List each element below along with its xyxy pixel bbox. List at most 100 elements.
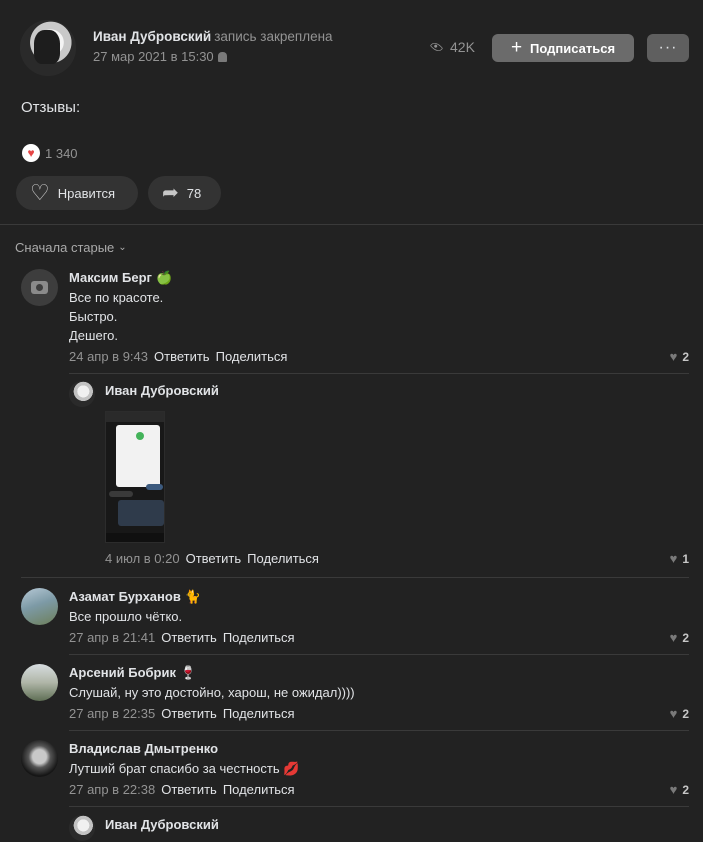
comment-line: Все по красоте. <box>69 290 164 305</box>
heart-icon: ♥ <box>669 551 678 566</box>
comment-text-body: Лутший брат спасибо за честность <box>69 761 280 776</box>
avatar[interactable] <box>21 740 58 777</box>
heart-icon: ♥ <box>669 630 678 645</box>
comment-meta: 4 июл в 0:20 Ответить Поделиться <box>105 551 319 566</box>
post-header: Иван Дубровский запись закреплена 27 мар … <box>20 20 690 76</box>
subscribe-button[interactable]: + Подписаться <box>492 34 634 62</box>
share-count: 78 <box>186 185 202 201</box>
comment-like-button[interactable]: ♥ 2 <box>670 630 689 645</box>
comment-author-name[interactable]: Иван Дубровский <box>105 383 219 398</box>
comment-author-name[interactable]: Владислав Дмытренко <box>69 741 218 756</box>
post-text: Отзывы: <box>21 99 81 116</box>
comment-reply: Иван Дубровский <box>69 815 689 842</box>
reply-link[interactable]: Ответить <box>161 630 217 645</box>
author-avatar[interactable] <box>20 20 76 76</box>
comment: Владислав Дмытренко Лутший брат спасибо … <box>21 740 689 800</box>
chevron-down-icon: ⌄ <box>118 242 127 253</box>
plus-icon: + <box>510 36 523 58</box>
reply-link[interactable]: Ответить <box>154 349 210 364</box>
attached-screenshot-image[interactable] <box>105 411 165 543</box>
more-dots-icon: ··· <box>658 39 678 56</box>
comment-separator <box>69 730 689 731</box>
reply-link[interactable]: Ответить <box>161 782 217 797</box>
like-label: Нравится <box>57 185 116 201</box>
like-button[interactable]: ♡ Нравится <box>16 176 138 210</box>
comment-like-count: 2 <box>682 349 689 364</box>
heart-icon: ♥ <box>669 349 678 364</box>
subscribe-label: Подписаться <box>530 40 616 56</box>
comment-author[interactable]: Азамат Бурханов 🐈 <box>69 589 201 605</box>
lips-emoji: 💋 <box>283 761 300 776</box>
comment-date[interactable]: 27 апр в 21:41 <box>69 630 155 645</box>
android-icon <box>217 52 227 62</box>
comment-separator <box>69 373 689 374</box>
comment-like-button[interactable]: ♥ 1 <box>670 551 689 566</box>
comment: Максим Берг 🍏 Все по красоте. Быстро. Деш… <box>21 269 689 369</box>
post-date[interactable]: 27 мар 2021 в 15:30 <box>93 49 227 64</box>
comment-text: Слушай, ну это достойно, харош, не ожида… <box>69 685 355 700</box>
divider <box>0 224 703 225</box>
post-author: Иван Дубровский запись закреплена <box>93 29 333 44</box>
views-counter: 42K <box>429 39 475 55</box>
comment-author[interactable]: Арсений Бобрик 🍷 <box>69 665 196 681</box>
comment-meta: 24 апр в 9:43 Ответить Поделиться <box>69 349 287 364</box>
comment-text: Все по красоте. Быстро. Дешего. <box>69 288 163 345</box>
reply-link[interactable]: Ответить <box>161 706 217 721</box>
share-link[interactable]: Поделиться <box>223 630 295 645</box>
comment-like-count: 1 <box>682 551 689 566</box>
post-date-text[interactable]: 27 мар 2021 в 15:30 <box>93 49 214 64</box>
avatar[interactable] <box>21 588 58 625</box>
share-arrow-icon: ➦ <box>162 182 179 204</box>
reactions-summary[interactable]: ♥ 1 340 <box>22 144 78 162</box>
heart-icon: ♥ <box>669 706 678 721</box>
comment-author-name[interactable]: Арсений Бобрик <box>69 665 176 680</box>
comments-sort-dropdown[interactable]: Сначала старые ⌄ <box>15 240 127 255</box>
comment-like-button[interactable]: ♥ 2 <box>670 782 689 797</box>
cat-emoji: 🐈 <box>184 589 201 604</box>
heart-outline-icon: ♡ <box>30 180 50 205</box>
comment-date[interactable]: 24 апр в 9:43 <box>69 349 148 364</box>
avatar[interactable] <box>21 269 58 306</box>
comment: Арсений Бобрик 🍷 Слушай, ну это достойно,… <box>21 664 689 724</box>
comment-separator <box>69 654 689 655</box>
comments-sort-label: Сначала старые <box>15 240 115 255</box>
share-link[interactable]: Поделиться <box>247 551 319 566</box>
reactions-count: 1 340 <box>45 145 78 161</box>
share-link[interactable]: Поделиться <box>216 349 288 364</box>
reply-link[interactable]: Ответить <box>186 551 242 566</box>
comment-line: Быстро. <box>69 309 118 324</box>
comment-text: Лутший брат спасибо за честность 💋 <box>69 759 299 778</box>
comment: Азамат Бурханов 🐈 Все прошло чётко. 27 ап… <box>21 588 689 648</box>
wine-emoji: 🍷 <box>180 665 197 680</box>
views-count: 42K <box>450 39 475 55</box>
comment-like-count: 2 <box>682 706 689 721</box>
comment-like-button[interactable]: ♥ 2 <box>670 706 689 721</box>
comment-like-count: 2 <box>682 630 689 645</box>
avatar[interactable] <box>69 381 95 407</box>
comment-date[interactable]: 4 июл в 0:20 <box>105 551 180 566</box>
more-button[interactable]: ··· <box>647 34 689 62</box>
comment-date[interactable]: 27 апр в 22:35 <box>69 706 155 721</box>
pinned-label: запись закреплена <box>214 29 333 44</box>
comment-like-button[interactable]: ♥ 2 <box>670 349 689 364</box>
comment-date[interactable]: 27 апр в 22:38 <box>69 782 155 797</box>
share-button[interactable]: ➦ 78 <box>148 176 221 210</box>
comment-author[interactable]: Максим Берг 🍏 <box>69 270 172 286</box>
share-link[interactable]: Поделиться <box>223 782 295 797</box>
comment-text: Все прошло чётко. <box>69 609 183 624</box>
comment-separator <box>21 577 689 578</box>
comment-author-name[interactable]: Максим Берг <box>69 270 152 285</box>
comment-meta: 27 апр в 22:35 Ответить Поделиться <box>69 706 295 721</box>
comment-meta: 27 апр в 21:41 Ответить Поделиться <box>69 630 295 645</box>
comment-author-name[interactable]: Иван Дубровский <box>105 817 219 832</box>
avatar[interactable] <box>21 664 58 701</box>
share-link[interactable]: Поделиться <box>223 706 295 721</box>
eye-icon <box>429 40 444 54</box>
comment-author-name[interactable]: Азамат Бурханов <box>69 589 181 604</box>
author-name[interactable]: Иван Дубровский <box>93 29 211 44</box>
comment-meta: 27 апр в 22:38 Ответить Поделиться <box>69 782 295 797</box>
avatar[interactable] <box>69 815 95 841</box>
comment-like-count: 2 <box>682 782 689 797</box>
heart-icon: ♥ <box>669 782 678 797</box>
heart-icon: ♥ <box>22 144 40 162</box>
